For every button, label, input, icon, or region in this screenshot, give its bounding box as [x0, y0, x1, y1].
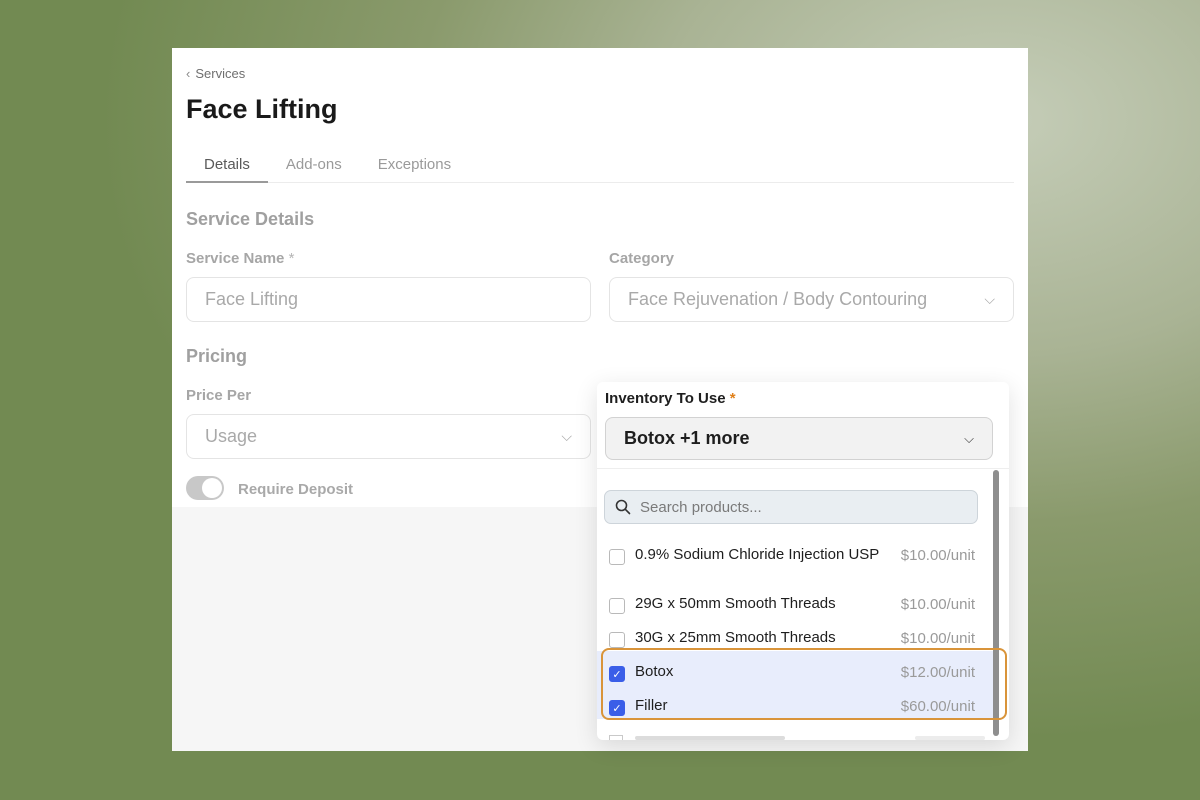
product-list: 0.9% Sodium Chloride Injection USP $10.0…	[597, 534, 993, 719]
category-select[interactable]: Face Rejuvenation / Body Contouring ⌵	[609, 277, 1014, 322]
product-item[interactable]: ✓ Botox $12.00/unit	[597, 651, 993, 685]
product-item[interactable]: 30G x 25mm Smooth Threads $10.00/unit	[597, 617, 993, 651]
product-price: $10.00/unit	[900, 547, 975, 564]
product-price: $10.00/unit	[900, 630, 975, 647]
page-title: Face Lifting	[186, 94, 338, 124]
require-deposit-toggle[interactable]	[186, 476, 224, 500]
search-input[interactable]	[640, 498, 960, 516]
tab-add-ons[interactable]: Add-ons	[268, 152, 360, 183]
product-name: Filler	[635, 697, 668, 714]
price-per-select[interactable]: Usage ⌵	[186, 414, 591, 459]
tab-details[interactable]: Details	[186, 152, 268, 183]
required-asterisk: *	[729, 390, 736, 407]
check-icon: ✓	[612, 668, 622, 681]
product-price: $10.00/unit	[900, 596, 975, 613]
inventory-dropdown-panel: Inventory To Use * Botox +1 more ⌵ 0.9% …	[597, 382, 1009, 740]
product-item[interactable]: ✓ Filler $60.00/unit	[597, 685, 993, 719]
service-name-label-text: Service Name	[186, 250, 285, 267]
product-price: $60.00/unit	[900, 698, 975, 715]
inventory-label: Inventory To Use *	[605, 390, 736, 407]
required-asterisk: *	[288, 250, 295, 267]
checkbox-checked[interactable]: ✓	[609, 700, 625, 716]
product-name: 0.9% Sodium Chloride Injection USP	[635, 546, 880, 563]
inventory-select[interactable]: Botox +1 more ⌵	[605, 417, 993, 460]
price-partial	[915, 736, 985, 740]
chevron-left-icon: ‹	[186, 66, 191, 81]
tab-exceptions[interactable]: Exceptions	[360, 152, 469, 183]
service-name-input[interactable]: Face Lifting	[186, 277, 591, 322]
product-price: $12.00/unit	[900, 664, 975, 681]
checkbox[interactable]	[609, 632, 625, 648]
product-item-partial	[609, 733, 989, 740]
chevron-down-icon: ⌵	[964, 430, 974, 446]
product-search[interactable]	[604, 490, 978, 524]
checkbox[interactable]	[609, 598, 625, 614]
product-name: Botox	[635, 663, 674, 680]
category-value: Face Rejuvenation / Body Contouring	[628, 289, 928, 309]
inventory-selected-summary: Botox +1 more	[624, 428, 750, 448]
product-item[interactable]: 29G x 50mm Smooth Threads $10.00/unit	[597, 583, 993, 617]
category-label: Category	[609, 250, 675, 267]
chevron-down-icon: ⌵	[984, 291, 995, 307]
product-item[interactable]: 0.9% Sodium Chloride Injection USP $10.0…	[597, 534, 993, 583]
checkbox-checked[interactable]: ✓	[609, 666, 625, 682]
check-icon: ✓	[612, 702, 622, 715]
search-icon	[615, 499, 631, 515]
pricing-heading: Pricing	[186, 346, 248, 366]
service-details-heading: Service Details	[186, 209, 315, 229]
tab-bar: Details Add-ons Exceptions	[186, 152, 1014, 183]
product-name: 30G x 25mm Smooth Threads	[635, 629, 836, 646]
require-deposit-label: Require Deposit	[238, 481, 354, 498]
checkbox-partial	[609, 735, 623, 740]
chevron-down-icon: ⌵	[561, 428, 572, 444]
product-name: 29G x 50mm Smooth Threads	[635, 595, 836, 612]
service-name-label: Service Name *	[186, 250, 294, 267]
scrollbar-thumb[interactable]	[993, 470, 999, 736]
breadcrumb-services-link[interactable]: Services	[195, 66, 245, 81]
toggle-knob	[202, 478, 222, 498]
price-per-value: Usage	[205, 426, 258, 446]
breadcrumb[interactable]: ‹ Services	[186, 66, 245, 81]
text-partial	[635, 736, 785, 740]
inventory-label-text: Inventory To Use	[605, 390, 726, 407]
service-name-value: Face Lifting	[205, 289, 299, 309]
checkbox[interactable]	[609, 549, 625, 565]
divider	[597, 468, 1009, 469]
price-per-label: Price Per	[186, 387, 252, 404]
